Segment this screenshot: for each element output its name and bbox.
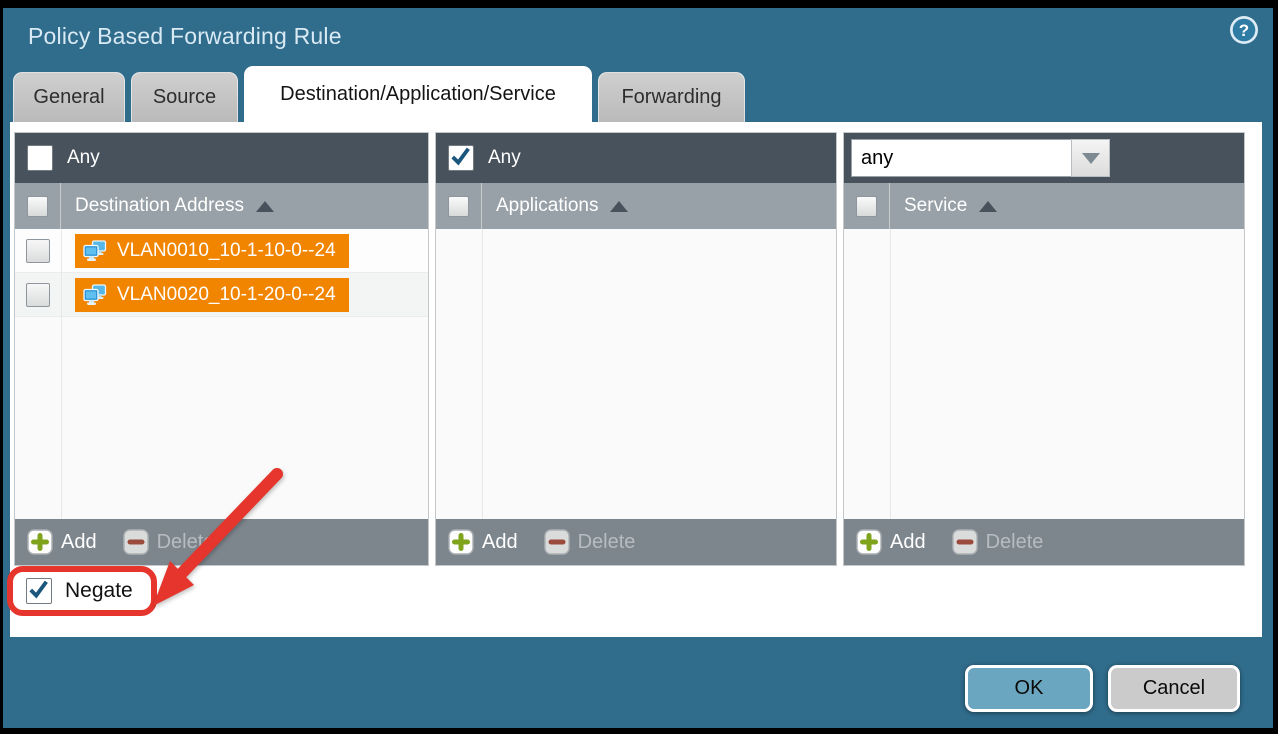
delete-minus-icon	[544, 529, 570, 555]
row-checkbox-cell	[15, 239, 61, 263]
destination-any-bar: Any	[15, 133, 428, 183]
add-plus-icon	[448, 529, 474, 555]
delete-minus-icon	[123, 529, 149, 555]
negate-label: Negate	[65, 579, 133, 603]
dialog-titlebar: Policy Based Forwarding Rule ?	[3, 8, 1273, 66]
service-select-all-checkbox[interactable]	[856, 196, 877, 217]
tab-destination-application-service[interactable]: Destination/Application/Service	[244, 66, 592, 122]
cancel-button[interactable]: Cancel	[1108, 665, 1240, 712]
tab-bar: General Source Destination/Application/S…	[13, 66, 745, 122]
cancel-button-label: Cancel	[1143, 677, 1205, 700]
applications-add-button[interactable]: Add	[448, 529, 518, 555]
add-plus-icon	[856, 529, 882, 555]
tab-forwarding[interactable]: Forwarding	[598, 72, 745, 122]
network-hosts-icon	[82, 240, 108, 262]
applications-any-checkbox[interactable]	[448, 145, 474, 171]
destination-any-label: Any	[67, 147, 100, 169]
service-dropdown-value: any	[851, 139, 1071, 177]
add-button-label: Add	[482, 531, 518, 554]
tab-general-label: General	[33, 86, 104, 109]
applications-delete-button[interactable]: Delete	[544, 529, 636, 555]
help-icon[interactable]: ?	[1229, 15, 1259, 45]
destination-any-checkbox[interactable]	[27, 145, 53, 171]
tab-forwarding-label: Forwarding	[621, 86, 721, 109]
service-dropdown-bar: any	[844, 133, 1244, 183]
service-column: any Service Add	[843, 132, 1245, 566]
address-object-label: VLAN0010_10-1-10-0--24	[117, 240, 336, 262]
destination-add-button[interactable]: Add	[27, 529, 97, 555]
applications-list	[436, 229, 836, 519]
sort-ascending-icon	[256, 201, 274, 212]
applications-any-bar: Any	[436, 133, 836, 183]
service-add-button[interactable]: Add	[856, 529, 926, 555]
service-list	[844, 229, 1244, 519]
service-type-dropdown[interactable]: any	[851, 139, 1110, 177]
add-plus-icon	[27, 529, 53, 555]
applications-footer: Add Delete	[436, 519, 836, 565]
tab-content-panel: Any Destination Address VLAN0010_10-1-10…	[10, 122, 1262, 637]
pbf-rule-dialog: Policy Based Forwarding Rule ? General S…	[3, 8, 1273, 728]
tab-source-label: Source	[153, 86, 216, 109]
row-checkbox-cell	[15, 283, 61, 307]
destination-delete-button[interactable]: Delete	[123, 529, 215, 555]
network-hosts-icon	[82, 284, 108, 306]
ok-button-label: OK	[1015, 677, 1044, 700]
destination-header-checkbox-cell	[15, 183, 61, 229]
tab-source[interactable]: Source	[131, 72, 238, 122]
row-checkbox[interactable]	[26, 283, 50, 307]
add-button-label: Add	[61, 531, 97, 554]
destination-select-all-checkbox[interactable]	[27, 196, 48, 217]
delete-button-label: Delete	[157, 531, 215, 554]
chevron-down-icon	[1082, 153, 1100, 164]
delete-button-label: Delete	[986, 531, 1044, 554]
service-footer: Add Delete	[844, 519, 1244, 565]
address-object-chip[interactable]: VLAN0010_10-1-10-0--24	[75, 234, 349, 268]
ok-button[interactable]: OK	[965, 665, 1093, 712]
address-list-row[interactable]: VLAN0020_10-1-20-0--24	[15, 273, 428, 317]
service-dropdown-button[interactable]	[1071, 139, 1110, 177]
tab-das-label: Destination/Application/Service	[280, 83, 556, 106]
applications-column: Any Applications Add Delete	[435, 132, 837, 566]
add-button-label: Add	[890, 531, 926, 554]
service-delete-button[interactable]: Delete	[952, 529, 1044, 555]
sort-ascending-icon	[979, 201, 997, 212]
tab-general[interactable]: General	[13, 72, 125, 122]
destination-list: VLAN0010_10-1-10-0--24 VLAN0020_10-1-20-…	[15, 229, 428, 519]
address-object-chip[interactable]: VLAN0020_10-1-20-0--24	[75, 278, 349, 312]
destination-footer: Add Delete	[15, 519, 428, 565]
negate-checkbox[interactable]	[26, 578, 52, 604]
dialog-title: Policy Based Forwarding Rule	[28, 23, 342, 50]
destination-column-header[interactable]: Destination Address	[15, 183, 428, 229]
negate-annotation-highlight: Negate	[7, 566, 157, 616]
service-column-header[interactable]: Service	[844, 183, 1244, 229]
applications-column-header[interactable]: Applications	[436, 183, 836, 229]
sort-ascending-icon	[610, 201, 628, 212]
svg-text:?: ?	[1239, 21, 1249, 40]
delete-button-label: Delete	[578, 531, 636, 554]
destination-address-column: Any Destination Address VLAN0010_10-1-10…	[14, 132, 429, 566]
applications-header-label: Applications	[496, 195, 598, 217]
delete-minus-icon	[952, 529, 978, 555]
service-header-label: Service	[904, 195, 967, 217]
address-object-label: VLAN0020_10-1-20-0--24	[117, 284, 336, 306]
destination-header-label: Destination Address	[75, 195, 244, 217]
service-header-checkbox-cell	[844, 183, 890, 229]
applications-any-label: Any	[488, 147, 521, 169]
applications-select-all-checkbox[interactable]	[448, 196, 469, 217]
applications-header-checkbox-cell	[436, 183, 482, 229]
address-list-row[interactable]: VLAN0010_10-1-10-0--24	[15, 229, 428, 273]
row-checkbox[interactable]	[26, 239, 50, 263]
